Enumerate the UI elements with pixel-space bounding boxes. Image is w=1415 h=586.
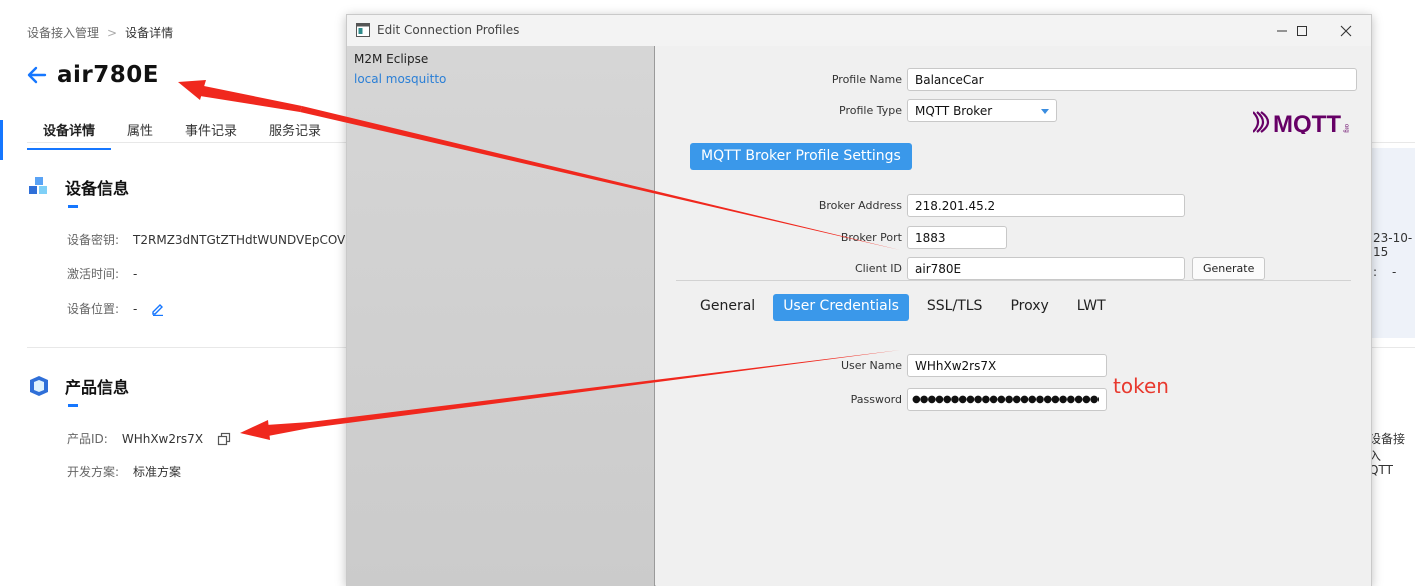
product-info-header: 产品信息 (27, 374, 129, 398)
copy-icon[interactable] (217, 432, 231, 446)
client-id-label: Client ID (854, 262, 902, 275)
form-divider (676, 280, 1351, 281)
subtab-lwt[interactable]: LWT (1067, 294, 1116, 321)
subtab-proxy[interactable]: Proxy (1000, 294, 1058, 321)
profile-list: M2M Eclipse local mosquitto (347, 46, 655, 586)
maximize-icon (1297, 25, 1307, 36)
username-label: User Name (840, 359, 902, 372)
product-box-icon (30, 376, 48, 396)
profile-type-label: Profile Type (839, 104, 902, 117)
tab-service-records[interactable]: 服务记录 (253, 112, 337, 150)
activation-time-value: - (133, 266, 138, 281)
edit-pencil-icon[interactable] (151, 302, 165, 316)
app-window-icon (356, 23, 370, 37)
activation-time-label: 激活时间: (67, 267, 120, 281)
mqtt-logo: MQTT org (1253, 111, 1349, 134)
profile-form: Profile Name Profile Type MQTT Broker MQ… (656, 46, 1371, 586)
page-title: air780E (57, 62, 159, 88)
tab-event-records[interactable]: 事件记录 (169, 112, 253, 150)
broker-address-row: Broker Address (796, 194, 1185, 217)
mqtt-logo-text: MQTT (1273, 111, 1341, 134)
profile-type-row: Profile Type MQTT Broker (796, 99, 1057, 122)
product-info-title: 产品信息 (65, 378, 130, 397)
profile-type-value: MQTT Broker (915, 104, 993, 118)
dialog-titlebar[interactable]: Edit Connection Profiles (347, 15, 1371, 46)
product-id-field: 产品ID: WHhXw2rs7X (67, 430, 231, 447)
activation-time-field: 激活时间: - (67, 265, 137, 282)
breadcrumb-current: 设备详情 (125, 26, 174, 40)
edit-connection-profiles-dialog: Edit Connection Profiles M2M Eclipse loc… (346, 14, 1372, 586)
token-annotation: token (1113, 374, 1169, 398)
profile-item-m2m-eclipse[interactable]: M2M Eclipse (347, 49, 654, 69)
subtab-ssl-tls[interactable]: SSL/TLS (917, 294, 993, 321)
section-underline (68, 404, 78, 407)
device-location-value: - (133, 301, 138, 316)
broker-port-row: Broker Port (796, 226, 1007, 249)
dev-scheme-label: 开发方案: (67, 465, 120, 479)
username-row: User Name (796, 354, 1107, 377)
title-row: air780E (27, 62, 159, 88)
mqtt-logo-org: org (1343, 124, 1349, 133)
profile-item-local-mosquitto[interactable]: local mosquitto (347, 69, 654, 89)
back-arrow-icon[interactable] (27, 65, 47, 85)
device-secret-label: 设备密钥: (67, 233, 120, 247)
dev-scheme-value: 标准方案 (133, 465, 182, 479)
maximize-button[interactable] (1279, 15, 1325, 46)
right-fragment-access: 设备接入 (1369, 432, 1406, 463)
right-fragment-dash: - (1392, 265, 1397, 279)
dev-scheme-field: 开发方案: 标准方案 (67, 463, 181, 480)
close-button[interactable] (1323, 15, 1369, 46)
subtab-general[interactable]: General (690, 294, 765, 321)
device-secret-field: 设备密钥: T2RMZ3dNTGtZTHdtWUNDVEpCOVBt (67, 231, 358, 248)
device-info-header: 设备信息 (27, 175, 129, 199)
left-accent-bar (0, 120, 3, 160)
tab-properties[interactable]: 属性 (111, 112, 169, 150)
right-fragment-qtt: QTT (1369, 463, 1393, 477)
right-fragment-colon: : (1373, 265, 1378, 279)
broker-settings-header: MQTT Broker Profile Settings (690, 143, 912, 170)
breadcrumb-device-access[interactable]: 设备接入管理 (27, 24, 99, 41)
tab-device-detail[interactable]: 设备详情 (27, 112, 112, 150)
detail-tabs: 设备详情 属性 事件记录 服务记录 拼 (27, 112, 382, 150)
password-row: Password (796, 388, 1107, 411)
broker-port-input[interactable] (907, 226, 1007, 249)
cubes-icon (29, 177, 47, 194)
device-info-title: 设备信息 (65, 179, 130, 198)
dialog-title: Edit Connection Profiles (377, 23, 520, 37)
close-icon (1340, 25, 1352, 36)
broker-address-input[interactable] (907, 194, 1185, 217)
product-id-value: WHhXw2rs7X (121, 431, 204, 446)
product-id-label: 产品ID: (67, 432, 108, 446)
client-id-input[interactable] (907, 257, 1185, 280)
generate-button[interactable]: Generate (1192, 257, 1266, 280)
right-fragment-date: 23-10-15 (1373, 231, 1413, 259)
profile-name-input[interactable] (907, 68, 1357, 91)
subtab-user-credentials[interactable]: User Credentials (773, 294, 909, 321)
device-secret-value: T2RMZ3dNTGtZTHdtWUNDVEpCOVBt (133, 232, 359, 247)
client-id-row: Client ID Generate (796, 257, 1266, 280)
broker-port-label: Broker Port (840, 231, 902, 244)
password-label: Password (850, 393, 902, 406)
device-location-label: 设备位置: (67, 302, 120, 316)
broker-address-label: Broker Address (818, 199, 902, 212)
breadcrumb: 设备接入管理 > 设备详情 (27, 24, 173, 41)
profile-name-row: Profile Name (796, 68, 1357, 91)
profile-name-label: Profile Name (831, 73, 902, 86)
dropdown-caret-icon (1041, 109, 1049, 114)
password-input[interactable] (907, 388, 1107, 411)
profile-subtabs: General User Credentials SSL/TLS Proxy L… (690, 294, 1116, 321)
profile-type-select[interactable]: MQTT Broker (907, 99, 1057, 122)
device-location-field: 设备位置: - (67, 300, 165, 317)
section-underline (68, 205, 78, 208)
username-input[interactable] (907, 354, 1107, 377)
breadcrumb-separator: > (107, 25, 118, 40)
